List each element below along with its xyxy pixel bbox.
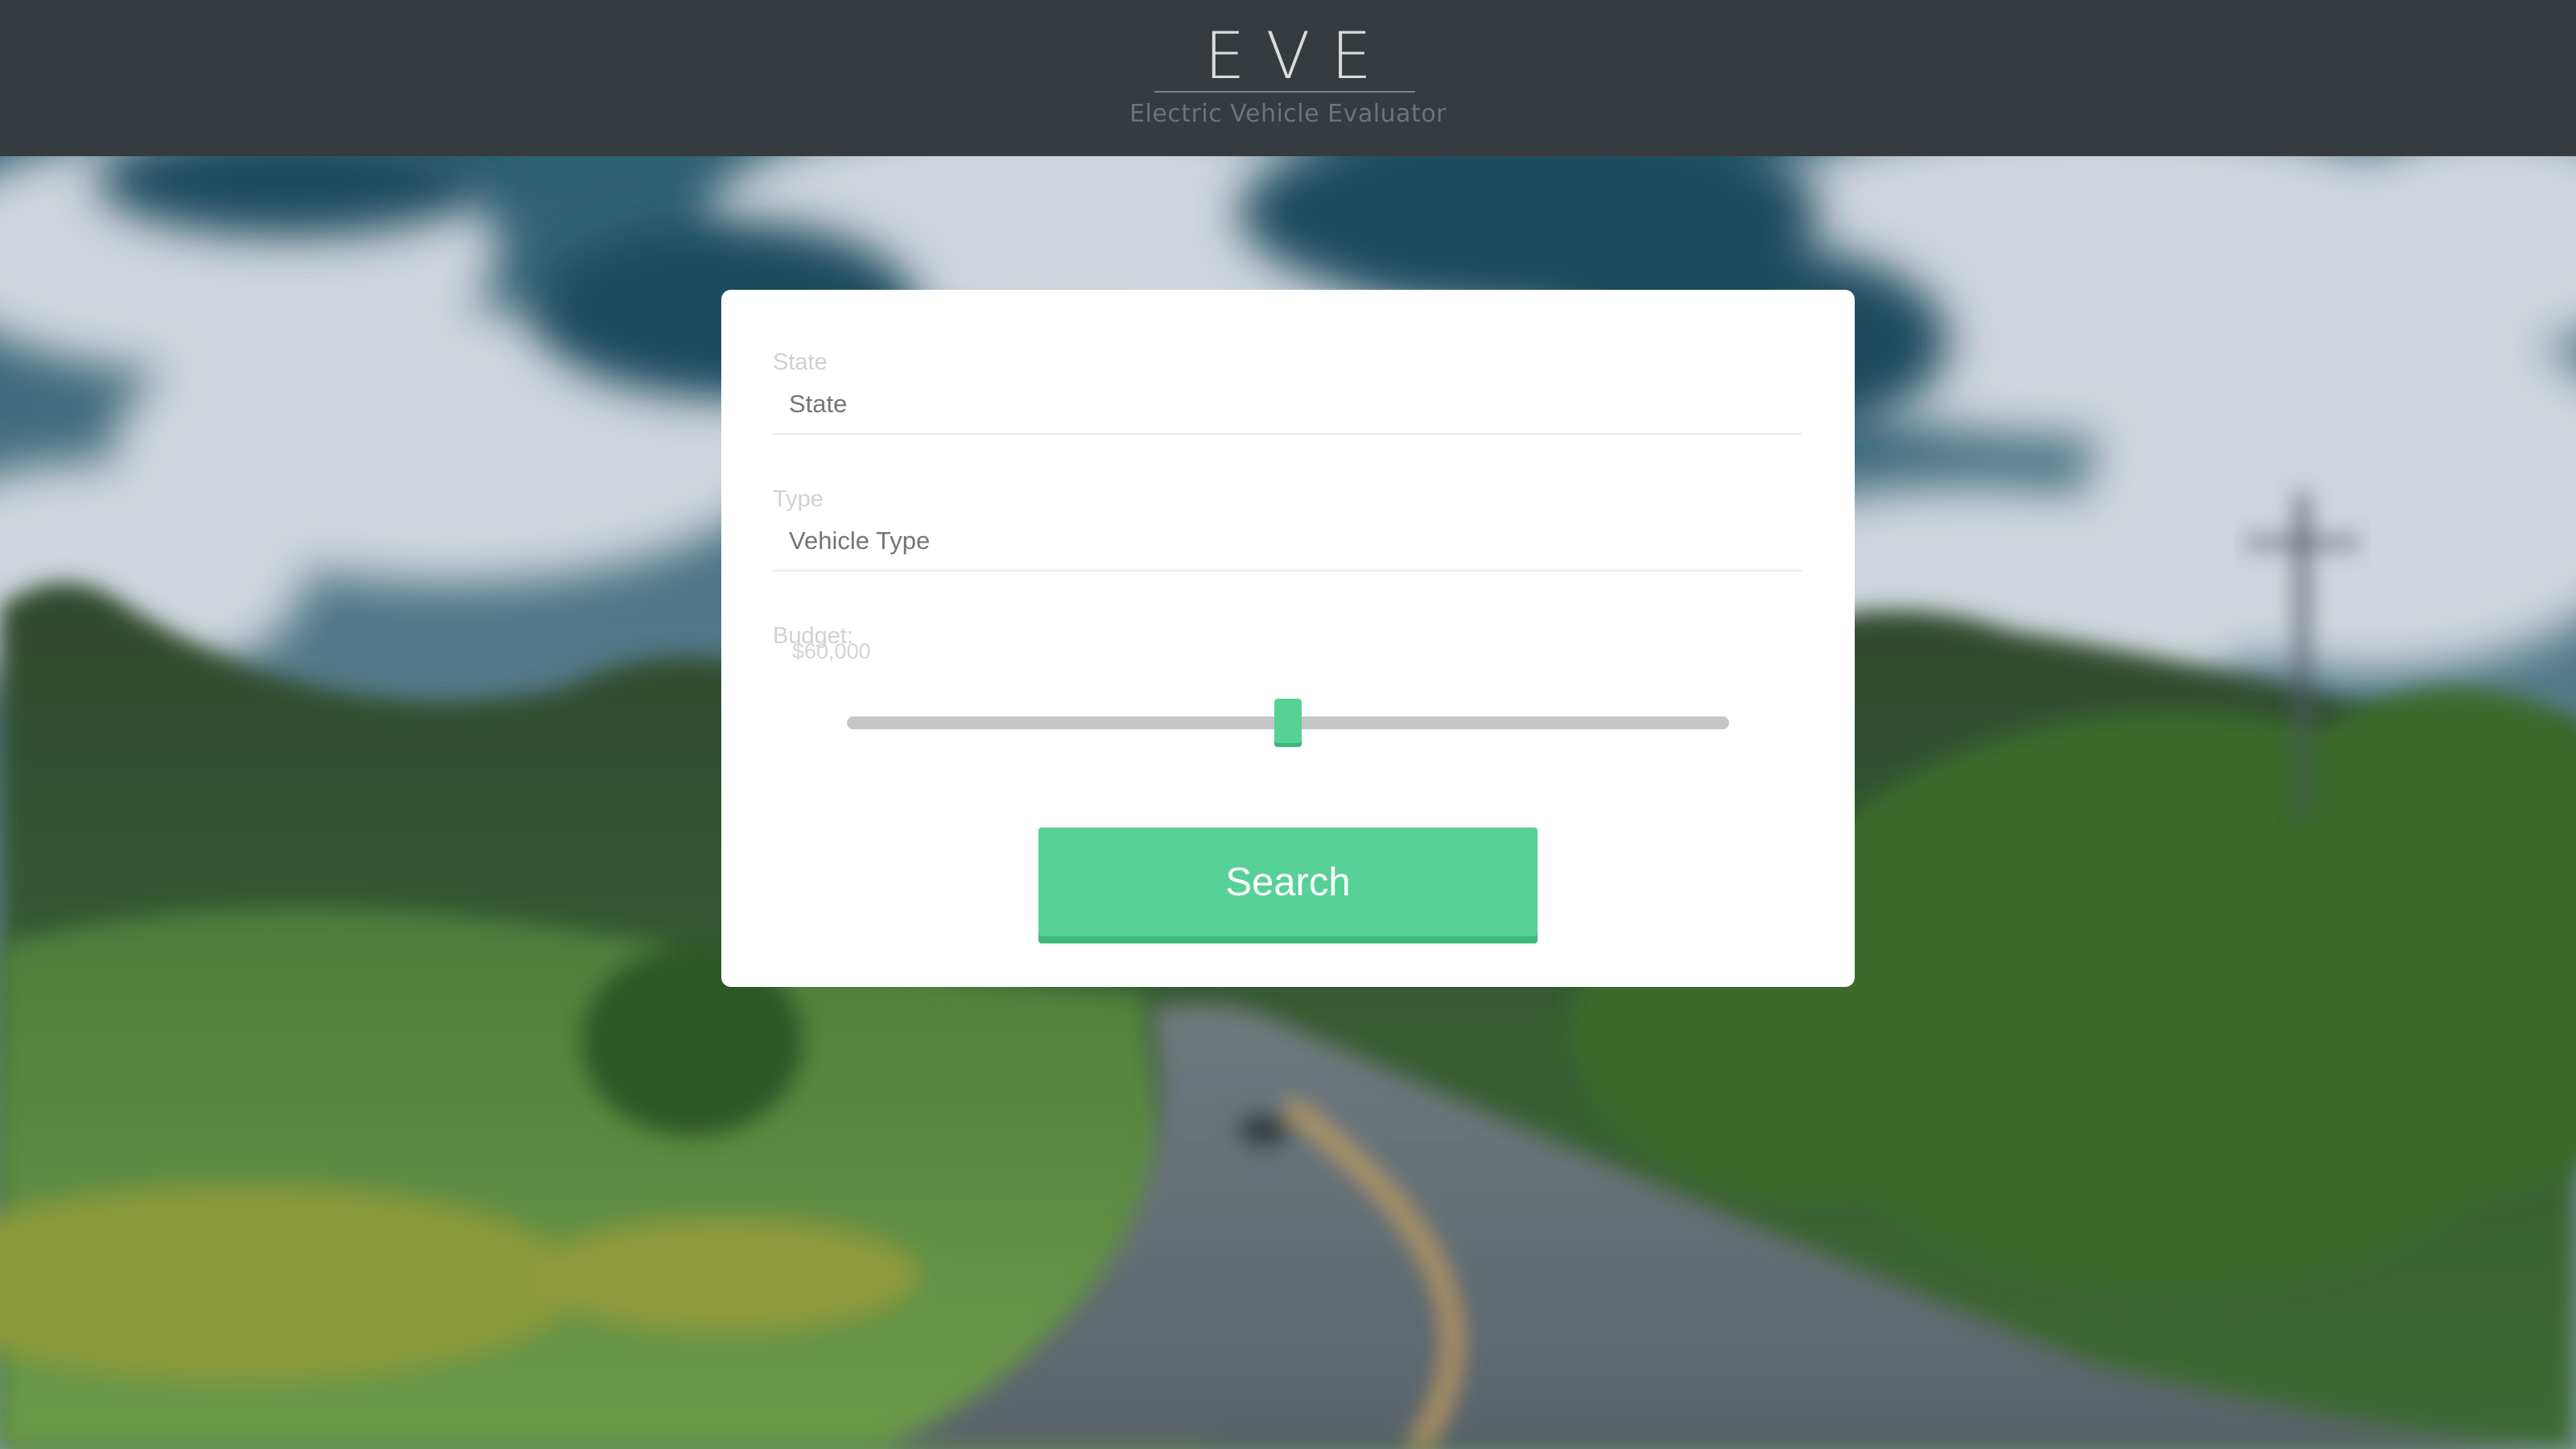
state-input[interactable] (773, 375, 1802, 435)
slider-thumb[interactable] (1274, 699, 1302, 747)
type-label: Type (773, 486, 824, 512)
state-label: State (773, 349, 828, 375)
vehicle-type-input[interactable] (773, 512, 1802, 572)
logo-divider (1154, 91, 1415, 93)
logo-title: EVE (1204, 19, 1393, 93)
page: EVE Electric Vehicle Evaluator State Sta… (0, 0, 2576, 1449)
search-button[interactable]: Search (1038, 828, 1538, 943)
budget-value: $60,000 (792, 639, 871, 663)
app-header: EVE Electric Vehicle Evaluator (0, 0, 2576, 156)
search-form-card: State Type Budget: $60,000 Search (721, 290, 1855, 987)
logo-subtitle: Electric Vehicle Evaluator (1129, 100, 1447, 128)
budget-slider[interactable] (847, 699, 1729, 747)
